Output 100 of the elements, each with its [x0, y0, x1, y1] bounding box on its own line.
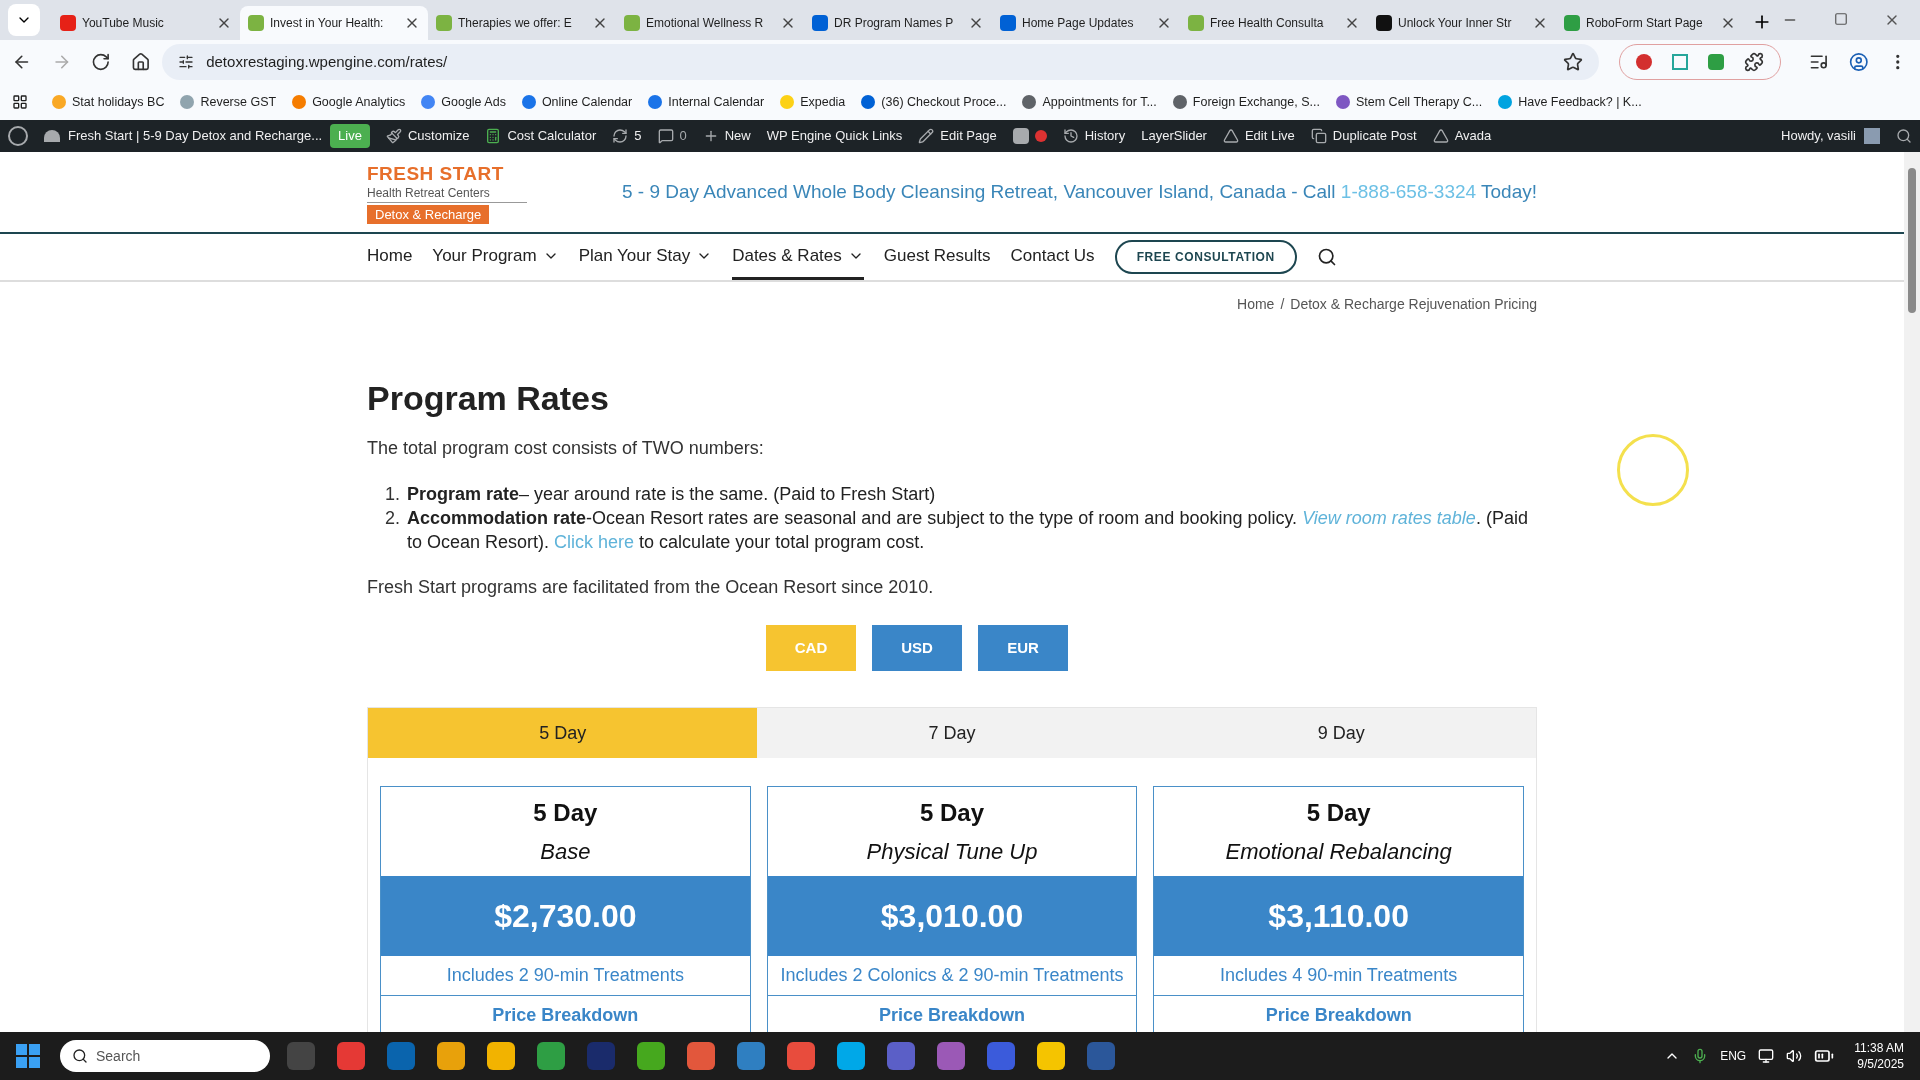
browser-tab[interactable]: Therapies we offer: E [428, 6, 616, 40]
admin-bar-link[interactable]: Duplicate Post [1332, 126, 1417, 146]
taskbar-app-icon[interactable] [687, 1042, 715, 1070]
card-title: 5 Day [533, 798, 598, 828]
bookmark[interactable]: Google Ads [421, 92, 506, 112]
note-text: Fresh Start programs are facilitated from the Ocean Resort since 2010. [367, 576, 935, 599]
free-consultation-button[interactable]: FREE CONSULTATION [1114, 240, 1297, 274]
taskbar-app-icon[interactable] [437, 1042, 465, 1070]
nav-link[interactable]: Guest Results [883, 234, 991, 280]
taskbar-app-icon[interactable] [637, 1042, 665, 1070]
taskbar-app-icon[interactable] [537, 1042, 565, 1070]
windows-start-icon[interactable] [16, 1044, 40, 1068]
card-subtitle: Physical Tune Up [866, 838, 1038, 866]
browser-tab[interactable]: YouTube Music [52, 6, 240, 40]
breadcrumb-link[interactable]: Home [1237, 294, 1275, 315]
browser-tab[interactable]: Free Health Consulta [1180, 6, 1368, 40]
card-subtitle: Base [540, 838, 591, 866]
favicon-icon [1564, 15, 1580, 31]
list-number: 2. [385, 507, 401, 530]
nav-link[interactable]: Plan Your Stay [578, 234, 713, 280]
clock[interactable]: 11:38 AM 9/5/2025 [1854, 1040, 1904, 1072]
browser-tab[interactable]: Unlock Your Inner Str [1368, 6, 1556, 40]
admin-bar-link[interactable]: LayerSlider [1141, 126, 1207, 146]
volume-icon[interactable] [1786, 1048, 1803, 1064]
favicon-icon [1000, 15, 1016, 31]
admin-bar-link[interactable]: 5 [634, 126, 642, 146]
admin-bar-link[interactable]: New [724, 126, 751, 146]
admin-bar-link[interactable]: Edit Page [940, 126, 997, 146]
bookmark[interactable]: Reverse GST [180, 92, 277, 112]
comment-icon [657, 128, 674, 144]
home-icon[interactable] [130, 52, 151, 72]
network-icon[interactable] [1758, 1048, 1775, 1064]
admin-bar-link[interactable]: Cost Calculator [507, 126, 597, 146]
nav-link[interactable]: Contact Us [1010, 234, 1095, 280]
nav-link[interactable]: Your Program [432, 234, 559, 280]
search-icon[interactable] [1316, 247, 1337, 267]
taskbar-app-icon[interactable] [1037, 1042, 1065, 1070]
taskbar-app-icon[interactable] [487, 1042, 515, 1070]
scrollbar[interactable] [1904, 152, 1920, 1032]
tab-search-button[interactable] [8, 4, 40, 36]
puzzle-icon[interactable] [1744, 52, 1765, 72]
price-breakdown-link[interactable]: Price Breakdown [492, 1002, 639, 1029]
card-subtitle: Emotional Rebalancing [1225, 838, 1452, 866]
apps-icon[interactable] [12, 94, 28, 110]
taskbar-search-field[interactable]: Search [60, 1040, 270, 1072]
refresh-icon [612, 128, 629, 144]
media-icon[interactable] [1809, 52, 1829, 72]
bookmark[interactable]: Appointments for T... [1022, 92, 1157, 112]
taskbar-app-icon[interactable] [787, 1042, 815, 1070]
admin-bar-link[interactable]: History [1084, 126, 1126, 146]
currency-button[interactable]: USD [872, 625, 962, 671]
price-breakdown-link[interactable]: Price Breakdown [878, 1002, 1025, 1029]
language-indicator[interactable]: ENG [1720, 1047, 1747, 1065]
history-icon [1062, 128, 1079, 144]
taskbar-app-icon[interactable] [837, 1042, 865, 1070]
pencil-icon [918, 128, 935, 144]
breadcrumb-separator: / [1280, 295, 1285, 314]
browser-tab[interactable]: Emotional Wellness R [616, 6, 804, 40]
includes-text: Includes 2 Colonics & 2 90-min Treatments [780, 964, 1124, 987]
favicon-icon [1188, 15, 1204, 31]
triangle-icon [1432, 128, 1449, 144]
list-text: Program rate– year around rate is the same. (Paid to Fresh Start) [407, 483, 936, 506]
bookmark[interactable]: Stat holidays BC [52, 92, 165, 112]
site-name-link[interactable]: Fresh Start | 5-9 Day Detox and Recharge... [68, 126, 323, 146]
bookmark-star-icon[interactable] [1563, 52, 1584, 72]
greeting-link[interactable]: Howdy, vasili [1781, 126, 1856, 146]
browser-tab[interactable]: DR Program Names P [804, 6, 992, 40]
restore-icon[interactable] [1834, 12, 1848, 26]
bookmark[interactable]: Stem Cell Therapy C... [1335, 92, 1483, 112]
search-icon[interactable] [1896, 128, 1912, 144]
duration-tab[interactable]: 5 Day [368, 708, 758, 758]
duration-tab[interactable]: 9 Day [1146, 708, 1536, 758]
admin-bar-link[interactable]: 0 [679, 126, 687, 146]
reload-icon[interactable] [91, 52, 111, 72]
bookmark[interactable]: (36) Checkout Proce... [861, 92, 1007, 112]
browser-tab[interactable]: Invest in Your Health: [240, 6, 428, 40]
calculator-icon [485, 128, 502, 144]
profile-icon[interactable] [1848, 52, 1869, 72]
favicon-icon [436, 15, 452, 31]
currency-button[interactable]: EUR [978, 625, 1068, 671]
nav-link[interactable]: Home [367, 234, 413, 280]
bookmark[interactable]: Online Calendar [521, 92, 633, 112]
site-logo[interactable]: FRESH START Health Retreat Centers Detox & Recharge [367, 159, 527, 225]
price-breakdown-link[interactable]: Price Breakdown [1265, 1002, 1412, 1029]
bookmark[interactable]: Foreign Exchange, S... [1172, 92, 1320, 112]
duration-tab[interactable]: 7 Day [757, 708, 1147, 758]
bookmark[interactable]: Internal Calendar [648, 92, 765, 112]
address-bar[interactable]: detoxrestaging.wpengine.com/rates/ [162, 44, 1600, 80]
nav-link[interactable]: Dates & Rates [732, 234, 864, 280]
scrollbar-thumb[interactable] [1908, 168, 1916, 313]
bookmark[interactable]: Google Analytics [292, 92, 406, 112]
admin-bar-link[interactable]: Avada [1454, 126, 1492, 146]
bookmark[interactable]: Expedia [780, 92, 846, 112]
browser-tab[interactable]: Home Page Updates [992, 6, 1180, 40]
admin-bar-link[interactable]: Customize [407, 126, 470, 146]
admin-bar-link[interactable]: WP Engine Quick Links [766, 126, 903, 146]
admin-bar-link[interactable]: Edit Live [1244, 126, 1295, 146]
bookmark[interactable]: Have Feedback? | K... [1498, 92, 1642, 112]
list-number: 1. [385, 483, 401, 506]
browser-tab[interactable]: RoboForm Start Page [1556, 6, 1744, 40]
